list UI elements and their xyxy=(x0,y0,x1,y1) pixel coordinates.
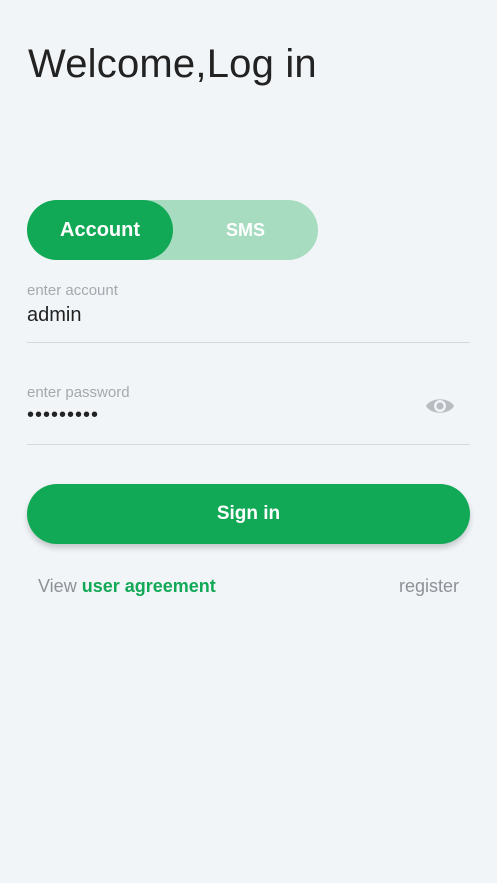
account-input[interactable]: admin xyxy=(27,304,81,327)
page-title: Welcome,Log in xyxy=(28,42,317,86)
register-link[interactable]: register xyxy=(399,576,459,597)
account-field-label: enter account xyxy=(27,282,118,299)
login-mode-toggle: Account SMS xyxy=(27,200,318,260)
password-field-label: enter password xyxy=(27,384,130,401)
tab-sms[interactable]: SMS xyxy=(173,200,318,260)
agreement-prefix: View xyxy=(38,576,77,596)
agreement-row: View user agreement xyxy=(38,576,216,597)
tab-account[interactable]: Account xyxy=(27,200,173,260)
password-input[interactable]: ••••••••• xyxy=(27,404,99,427)
eye-icon[interactable] xyxy=(424,392,456,420)
account-field[interactable]: enter account admin xyxy=(27,280,470,343)
sign-in-button[interactable]: Sign in xyxy=(27,484,470,544)
password-field[interactable]: enter password ••••••••• xyxy=(27,382,470,445)
user-agreement-link[interactable]: user agreement xyxy=(82,576,216,596)
